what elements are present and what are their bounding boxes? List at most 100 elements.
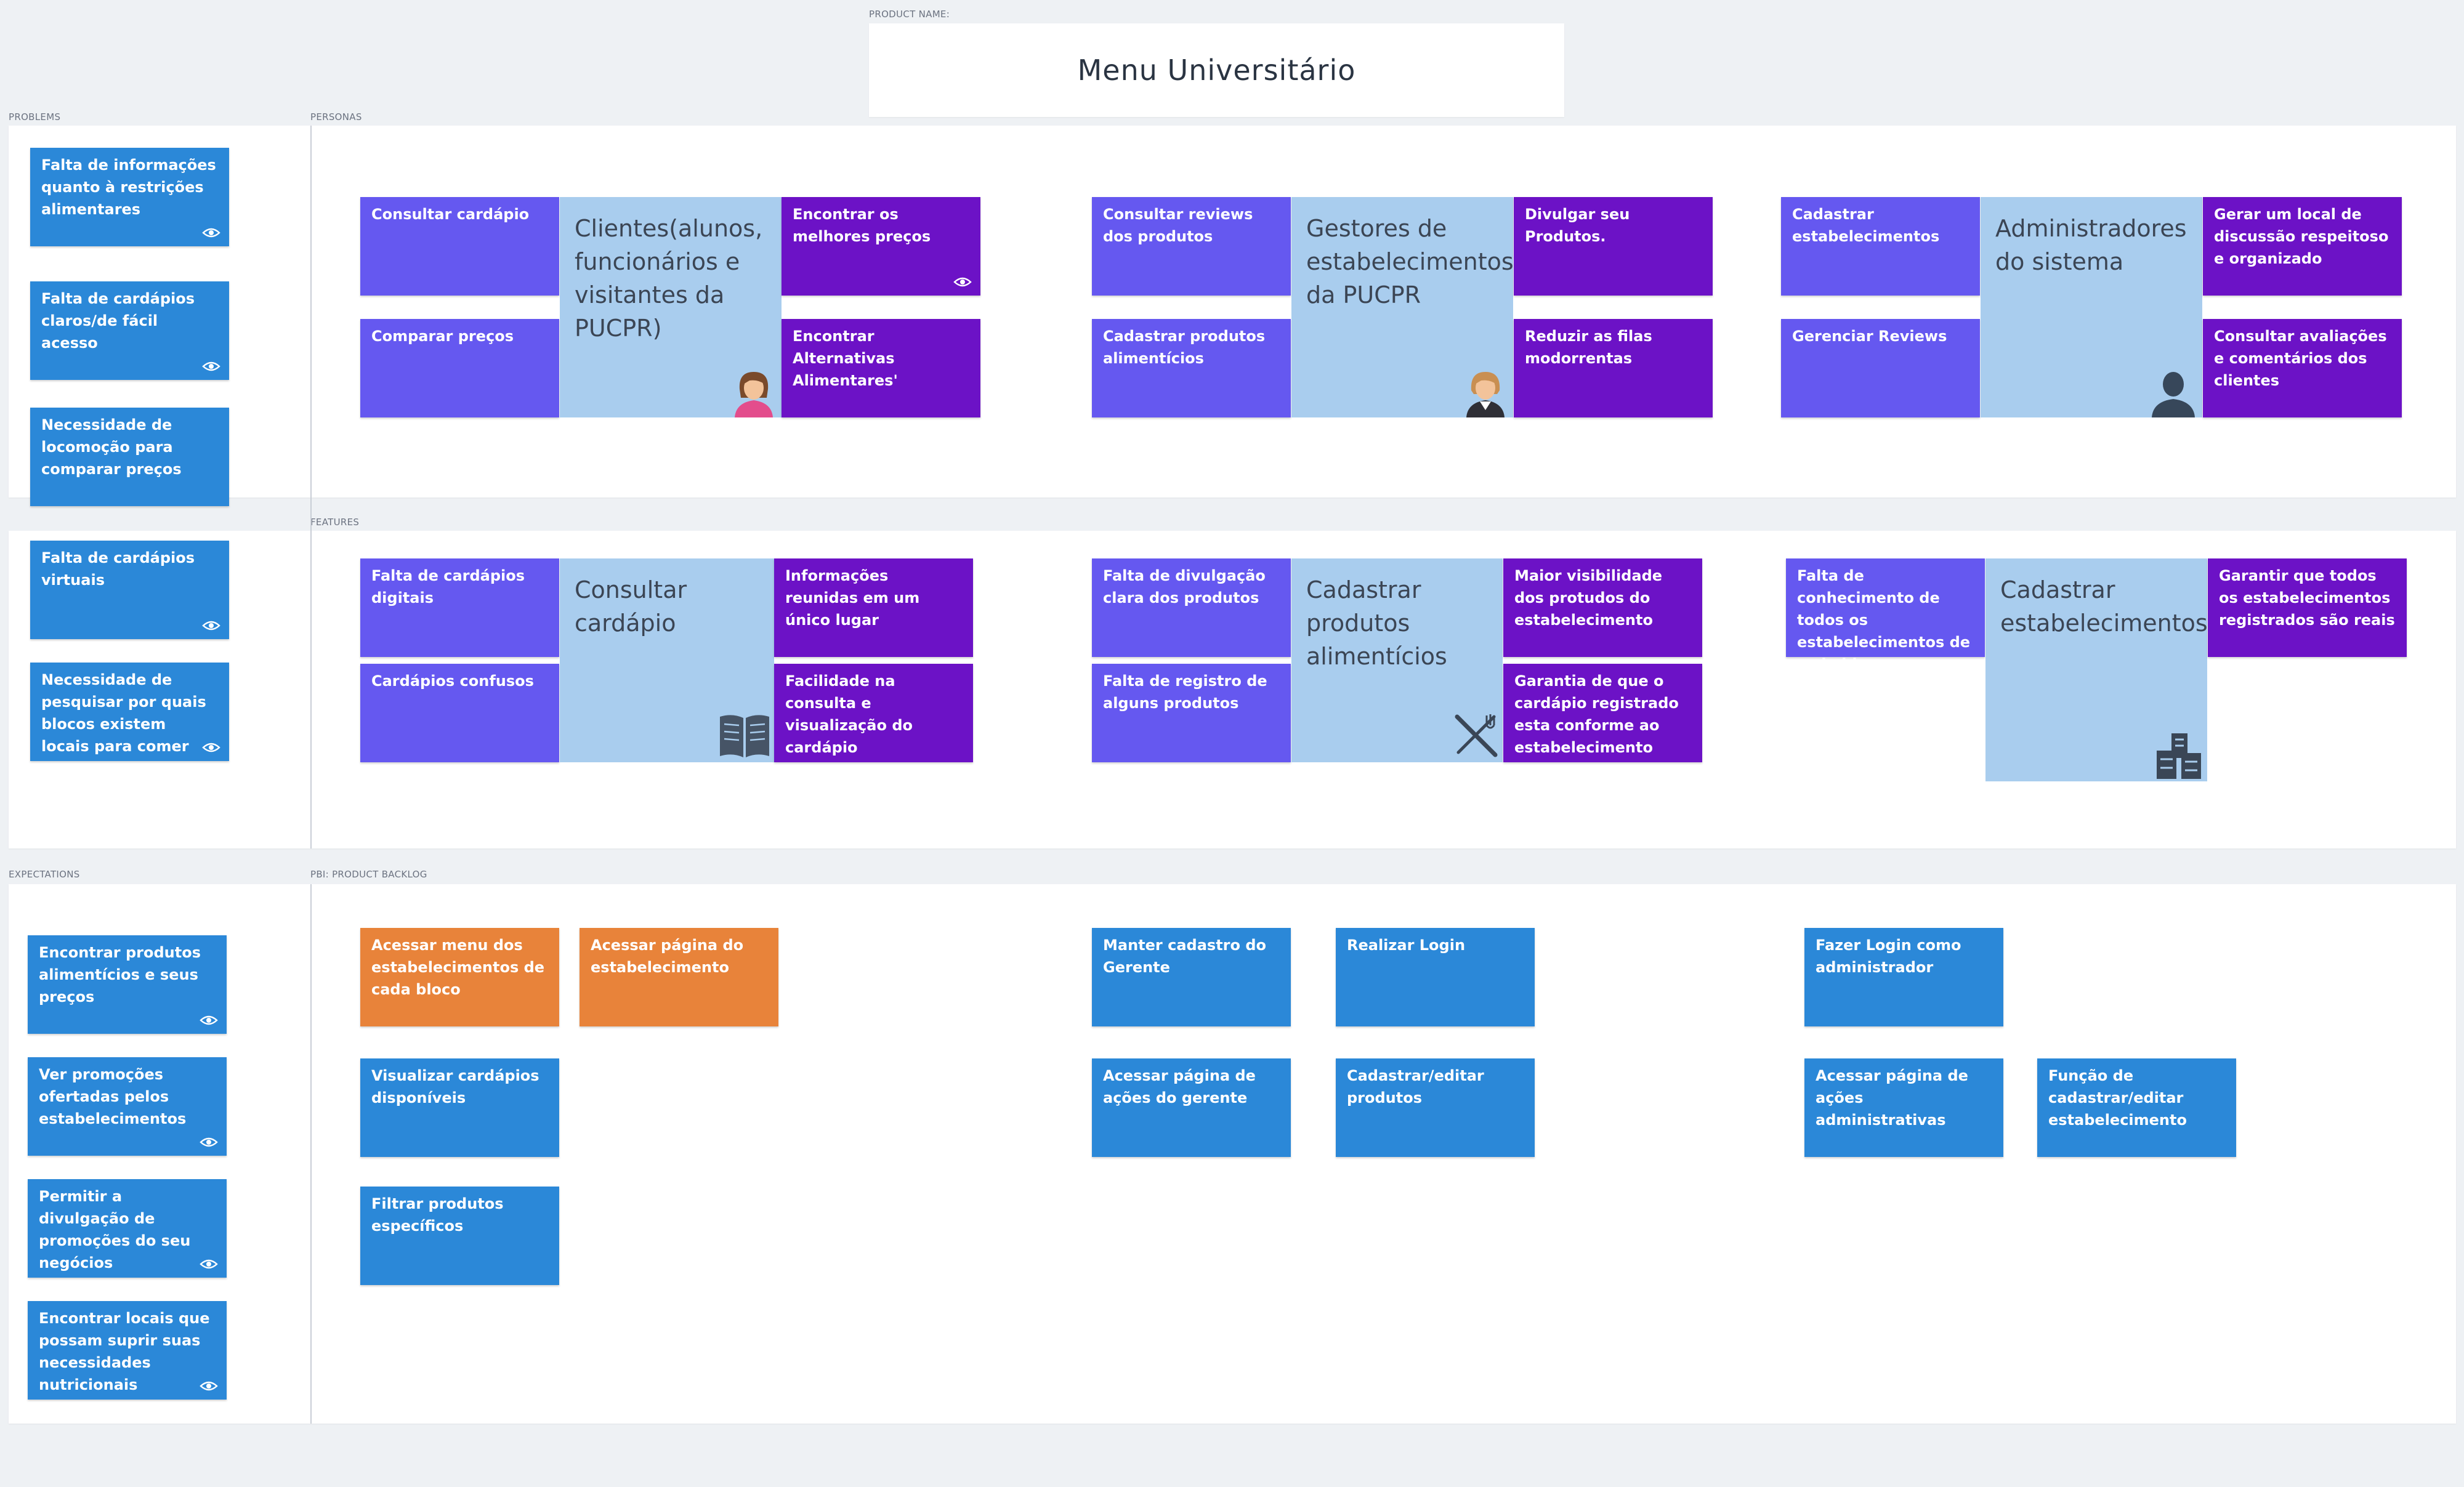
product-name-label: PRODUCT NAME:	[869, 9, 950, 20]
persona-goal-note[interactable]: Encontrar Alternativas Alimentares'	[782, 319, 980, 417]
problem-note[interactable]: Falta de informações quanto à restrições…	[30, 148, 229, 246]
product-title: Menu Universitário	[1077, 54, 1356, 87]
feature-benefit-text: Informações reunidas em um único lugar	[785, 567, 920, 629]
expectation-note[interactable]: Encontrar locais que possam suprir suas …	[28, 1301, 227, 1400]
problem-note[interactable]: Necessidade de locomoção para comparar p…	[30, 408, 229, 506]
expectation-text: Encontrar produtos alimentícios e seus p…	[39, 944, 201, 1005]
persona-need-text: Cadastrar produtos alimentícios	[1103, 328, 1266, 367]
eye-icon[interactable]	[200, 1014, 218, 1026]
problems-divider	[310, 126, 312, 848]
user-silhouette-icon	[2152, 372, 2195, 417]
eye-icon[interactable]	[202, 227, 220, 239]
eye-icon[interactable]	[202, 741, 220, 754]
backlog-item[interactable]: Realizar Login	[1336, 928, 1535, 1026]
expectation-text: Permitir a divulgação de promoções do se…	[39, 1188, 191, 1271]
backlog-item-text: Função de cadastrar/editar estabelecimen…	[2048, 1067, 2187, 1129]
problem-note[interactable]: Falta de cardápios claros/de fácil acess…	[30, 281, 229, 380]
persona-card[interactable]: Gestores de estabelecimentos da PUCPR	[1291, 197, 1514, 417]
features-label: FEATURES	[310, 517, 360, 528]
persona-goal-text: Reduzir as filas modorrentas	[1525, 328, 1652, 367]
persona-goal-note[interactable]: Gerar um local de discussão respeitoso e…	[2203, 197, 2402, 296]
book-icon	[720, 715, 769, 757]
backlog-item[interactable]: Acessar menu dos estabelecimentos de cad…	[360, 928, 559, 1026]
woman-avatar-icon	[735, 372, 773, 417]
expectations-divider	[310, 884, 312, 1424]
backlog-item[interactable]: Manter cadastro do Gerente	[1092, 928, 1291, 1026]
feature-benefit-text: Maior visibilidade dos protudos do estab…	[1514, 567, 1663, 629]
persona-need-note[interactable]: Cadastrar estabelecimentos	[1781, 197, 1980, 296]
persona-goal-note[interactable]: Encontrar os melhores preços	[782, 197, 980, 296]
persona-need-text: Consultar reviews dos produtos	[1103, 206, 1253, 245]
problem-text: Necessidade de pesquisar por quais bloco…	[41, 671, 206, 755]
eye-icon[interactable]	[200, 1380, 218, 1392]
persona-goal-text: Divulgar seu Produtos.	[1525, 206, 1630, 245]
persona-need-note[interactable]: Comparar preços	[360, 319, 559, 417]
persona-goal-text: Encontrar Alternativas Alimentares'	[793, 328, 898, 389]
persona-need-text: Gerenciar Reviews	[1792, 328, 1947, 345]
feature-name: Cadastrar estabelecimentos	[2000, 576, 2208, 637]
expectation-text: Encontrar locais que possam suprir suas …	[39, 1310, 210, 1393]
backlog-item[interactable]: Filtrar produtos específicos	[360, 1187, 559, 1285]
backlog-item[interactable]: Acessar página de ações administrativas	[1804, 1058, 2003, 1157]
persona-goal-note[interactable]: Divulgar seu Produtos.	[1514, 197, 1713, 296]
persona-need-note[interactable]: Consultar reviews dos produtos	[1092, 197, 1291, 296]
backlog-item-text: Visualizar cardápios disponíveis	[371, 1067, 539, 1106]
buildings-icon	[2157, 733, 2201, 779]
feature-name: Cadastrar produtos alimentícios	[1306, 576, 1447, 670]
expectation-note[interactable]: Encontrar produtos alimentícios e seus p…	[28, 935, 227, 1034]
feature-benefit-note[interactable]: Informações reunidas em um único lugar	[774, 558, 973, 657]
backlog-item-text: Manter cadastro do Gerente	[1103, 937, 1267, 976]
problem-text: Necessidade de locomoção para comparar p…	[41, 416, 182, 478]
feature-problem-note[interactable]: Falta de divulgação clara dos produtos	[1092, 558, 1291, 657]
eye-icon[interactable]	[202, 360, 220, 373]
problem-text: Falta de cardápios virtuais	[41, 549, 195, 589]
feature-card[interactable]: Consultar cardápio	[560, 558, 774, 762]
backlog-item[interactable]: Acessar página do estabelecimento	[580, 928, 778, 1026]
backlog-item-text: Acessar página de ações administrativas	[1816, 1067, 1968, 1129]
eye-icon[interactable]	[200, 1258, 218, 1270]
problem-text: Falta de cardápios claros/de fácil acess…	[41, 290, 195, 352]
backlog-item[interactable]: Função de cadastrar/editar estabelecimen…	[2037, 1058, 2236, 1157]
feature-problem-note[interactable]: Falta de conhecimento de todos os estabe…	[1786, 558, 1985, 673]
backlog-item[interactable]: Acessar página de ações do gerente	[1092, 1058, 1291, 1157]
persona-card[interactable]: Clientes(alunos, funcionários e visitant…	[560, 197, 782, 417]
persona-need-text: Comparar preços	[371, 328, 514, 345]
feature-benefit-note[interactable]: Facilidade na consulta e visualização do…	[774, 664, 973, 762]
persona-goal-text: Gerar um local de discussão respeitoso e…	[2214, 206, 2389, 267]
feature-card[interactable]: Cadastrar produtos alimentícios	[1291, 558, 1503, 762]
persona-goal-note[interactable]: Reduzir as filas modorrentas	[1514, 319, 1713, 417]
backlog-item[interactable]: Visualizar cardápios disponíveis	[360, 1058, 559, 1157]
backlog-item[interactable]: Cadastrar/editar produtos	[1336, 1058, 1535, 1157]
persona-name: Administradores do sistema	[1995, 215, 2187, 275]
feature-benefit-note[interactable]: Maior visibilidade dos protudos do estab…	[1503, 558, 1702, 657]
persona-card[interactable]: Administradores do sistema	[1981, 197, 2202, 417]
feature-problem-note[interactable]: Falta de registro de alguns produtos	[1092, 664, 1291, 762]
persona-need-note[interactable]: Cadastrar produtos alimentícios	[1092, 319, 1291, 417]
persona-need-text: Cadastrar estabelecimentos	[1792, 206, 1940, 245]
persona-need-note[interactable]: Consultar cardápio	[360, 197, 559, 296]
eye-icon[interactable]	[200, 1136, 218, 1148]
backlog-item-text: Filtrar produtos específicos	[371, 1195, 504, 1235]
fork-knife-icon	[1455, 714, 1498, 757]
persona-name: Gestores de estabelecimentos da PUCPR	[1306, 215, 1514, 308]
feature-problem-note[interactable]: Falta de cardápios digitais	[360, 558, 559, 657]
feature-benefit-note[interactable]: Garantia de que o cardápio registrado es…	[1503, 664, 1702, 762]
backlog-item[interactable]: Fazer Login como administrador	[1804, 928, 2003, 1026]
persona-need-note[interactable]: Gerenciar Reviews	[1781, 319, 1980, 417]
feature-problem-text: Cardápios confusos	[371, 672, 534, 690]
personas-label: PERSONAS	[310, 111, 362, 123]
persona-goal-note[interactable]: Consultar avaliações e comentários dos c…	[2203, 319, 2402, 417]
eye-icon[interactable]	[202, 619, 220, 632]
product-name-box[interactable]: Menu Universitário	[869, 23, 1564, 117]
expectation-note[interactable]: Ver promoções ofertadas pelos estabeleci…	[28, 1057, 227, 1156]
feature-card[interactable]: Cadastrar estabelecimentos	[1985, 558, 2208, 781]
backlog-item-text: Fazer Login como administrador	[1816, 937, 1961, 976]
expectation-note[interactable]: Permitir a divulgação de promoções do se…	[28, 1179, 227, 1278]
problem-note[interactable]: Necessidade de pesquisar por quais bloco…	[30, 663, 229, 761]
problem-text: Falta de informações quanto à restrições…	[41, 156, 216, 218]
problem-note[interactable]: Falta de cardápios virtuais	[30, 541, 229, 639]
waitress-avatar-icon	[1466, 372, 1505, 417]
feature-benefit-note[interactable]: Garantir que todos os estabelecimentos r…	[2208, 558, 2407, 657]
eye-icon[interactable]	[953, 276, 972, 288]
feature-problem-note[interactable]: Cardápios confusos	[360, 664, 559, 762]
